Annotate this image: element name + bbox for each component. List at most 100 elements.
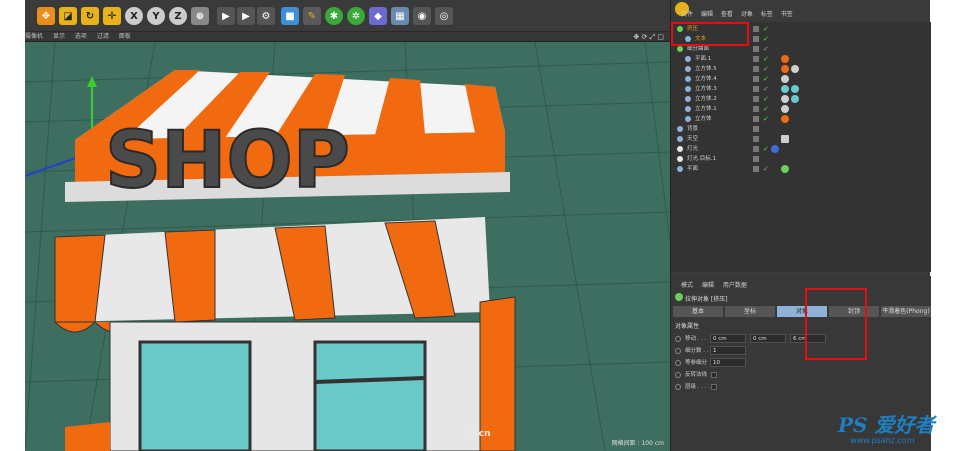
visibility-icon[interactable]: [753, 146, 759, 152]
world-coords-icon[interactable]: ⊕: [191, 7, 209, 25]
move-x-field[interactable]: 0 cm: [710, 334, 746, 343]
material-tag-icon[interactable]: [781, 105, 789, 113]
list-item[interactable]: 立方体.3 ✓: [671, 84, 931, 94]
tab-phong[interactable]: 平滑着色(Phong): [881, 306, 931, 317]
shop-3d-text[interactable]: SHOP: [104, 115, 351, 207]
vp-menu-panel[interactable]: 面板: [119, 33, 131, 40]
material-tag-icon[interactable]: [781, 55, 789, 63]
om-menu-file[interactable]: 文件: [681, 11, 693, 18]
check-icon[interactable]: ✓: [763, 104, 769, 114]
pen-spline-icon[interactable]: ✎: [303, 7, 321, 25]
visibility-icon[interactable]: [753, 66, 759, 72]
visibility-icon[interactable]: [753, 166, 759, 172]
material-tag-icon[interactable]: [781, 65, 789, 73]
keyframe-dot-icon[interactable]: [675, 384, 681, 390]
list-item[interactable]: 立方体.4 ✓: [671, 74, 931, 84]
move-tool-icon[interactable]: ✥: [37, 7, 55, 25]
viewport-nav-icons[interactable]: ✥ ⟳ ⤢ ▢: [633, 32, 664, 42]
3d-viewport[interactable]: SHOP Ui·cn 网格间距 : 100 cm: [25, 42, 670, 451]
visibility-icon[interactable]: [753, 36, 759, 42]
vp-menu-display[interactable]: 显示: [53, 33, 65, 40]
check-icon[interactable]: ✓: [763, 34, 769, 44]
om-menu-object[interactable]: 对象: [741, 11, 753, 18]
subdivision-icon[interactable]: ✱: [325, 7, 343, 25]
material-tag-icon[interactable]: [791, 85, 799, 93]
axis-x-button[interactable]: X: [125, 7, 143, 25]
array-icon[interactable]: ✲: [347, 7, 365, 25]
list-item[interactable]: 天空: [671, 134, 931, 144]
rotate-tool-icon[interactable]: ↻: [81, 7, 99, 25]
vp-menu-filter[interactable]: 过滤: [97, 33, 109, 40]
attr-menu-mode[interactable]: 模式: [681, 282, 693, 289]
render-view-icon[interactable]: ▶: [217, 7, 235, 25]
material-tag-icon[interactable]: [781, 75, 789, 83]
axis-z-button[interactable]: Z: [169, 7, 187, 25]
move-y-field[interactable]: 0 cm: [750, 334, 786, 343]
subdivision-field[interactable]: 1: [710, 346, 746, 355]
tab-basic[interactable]: 基本: [673, 306, 723, 317]
keyframe-dot-icon[interactable]: [675, 372, 681, 378]
tab-coord[interactable]: 坐标: [725, 306, 775, 317]
check-icon[interactable]: ✓: [763, 44, 769, 54]
check-icon[interactable]: ✓: [763, 74, 769, 84]
list-item[interactable]: 平面 ✓: [671, 164, 931, 174]
list-item[interactable]: 背景: [671, 124, 931, 134]
camera-icon[interactable]: ◉: [413, 7, 431, 25]
om-menu-bookmarks[interactable]: 书签: [781, 11, 793, 18]
cube-object-icon[interactable]: ■: [281, 7, 299, 25]
vp-menu-camera[interactable]: 摄像机: [25, 33, 43, 40]
keyframe-dot-icon[interactable]: [675, 348, 681, 354]
visibility-icon[interactable]: [753, 26, 759, 32]
check-icon[interactable]: ✓: [763, 54, 769, 64]
texture-tag-icon[interactable]: [781, 135, 789, 143]
om-menu-view[interactable]: 查看: [721, 11, 733, 18]
visibility-icon[interactable]: [753, 46, 759, 52]
check-icon[interactable]: ✓: [763, 64, 769, 74]
crosshair-tool-icon[interactable]: ✛: [103, 7, 121, 25]
visibility-icon[interactable]: [753, 76, 759, 82]
visibility-icon[interactable]: [753, 156, 759, 162]
check-icon[interactable]: ✓: [763, 114, 769, 124]
list-item[interactable]: 立方体.5 ✓: [671, 64, 931, 74]
render-picture-icon[interactable]: ▶: [237, 7, 255, 25]
floor-icon[interactable]: ▦: [391, 7, 409, 25]
visibility-icon[interactable]: [753, 116, 759, 122]
light-icon[interactable]: ◎: [435, 7, 453, 25]
material-tag-icon[interactable]: [781, 115, 789, 123]
visibility-icon[interactable]: [753, 126, 759, 132]
attr-menu-edit[interactable]: 编辑: [702, 282, 714, 289]
material-tag-icon[interactable]: [781, 85, 789, 93]
material-tag-icon[interactable]: [791, 95, 799, 103]
check-icon[interactable]: ✓: [763, 24, 769, 34]
deformer-icon[interactable]: ◆: [369, 7, 387, 25]
target-tag-icon[interactable]: [771, 145, 779, 153]
visibility-icon[interactable]: [753, 106, 759, 112]
list-item[interactable]: 灯光.目标.1: [671, 154, 931, 164]
material-tag-icon[interactable]: [781, 95, 789, 103]
list-item[interactable]: 平面.1 ✓: [671, 54, 931, 64]
render-settings-icon[interactable]: ⚙: [257, 7, 275, 25]
check-icon[interactable]: ✓: [763, 144, 769, 154]
visibility-icon[interactable]: [753, 56, 759, 62]
visibility-icon[interactable]: [753, 86, 759, 92]
om-menu-tags[interactable]: 标签: [761, 11, 773, 18]
list-item[interactable]: 立方体 ✓: [671, 114, 931, 124]
axis-y-button[interactable]: Y: [147, 7, 165, 25]
check-icon[interactable]: ✓: [763, 84, 769, 94]
list-item[interactable]: 立方体.1 ✓: [671, 104, 931, 114]
vp-menu-options[interactable]: 选项: [75, 33, 87, 40]
attr-menu-userdata[interactable]: 用户数据: [723, 282, 747, 289]
list-item[interactable]: 立方体.2 ✓: [671, 94, 931, 104]
check-icon[interactable]: ✓: [763, 164, 769, 174]
flip-normals-checkbox[interactable]: [711, 372, 717, 378]
om-menu-edit[interactable]: 编辑: [701, 11, 713, 18]
visibility-icon[interactable]: [753, 136, 759, 142]
scale-tool-icon[interactable]: ◪: [59, 7, 77, 25]
isoparm-field[interactable]: 10: [710, 358, 746, 367]
check-icon[interactable]: ✓: [763, 94, 769, 104]
material-tag-icon[interactable]: [791, 65, 799, 73]
visibility-icon[interactable]: [753, 96, 759, 102]
material-tag-icon[interactable]: [781, 165, 789, 173]
keyframe-dot-icon[interactable]: [675, 336, 681, 342]
hierarchy-checkbox[interactable]: [711, 384, 717, 390]
